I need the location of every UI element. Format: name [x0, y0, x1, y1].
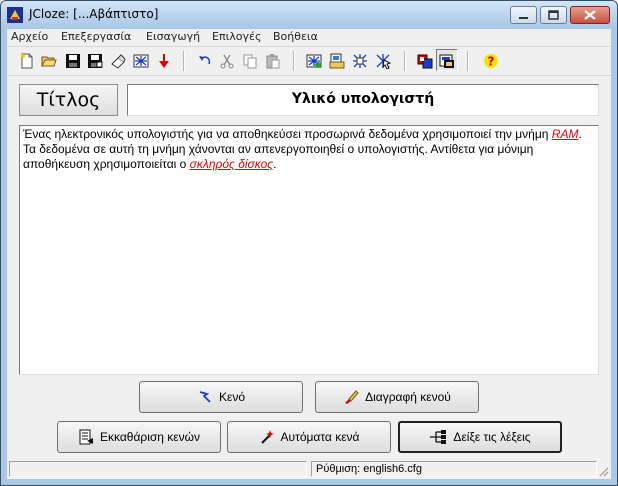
show-words-label: Δείξε τις λέξεις — [453, 430, 531, 444]
web-page-icon[interactable] — [133, 53, 149, 69]
config-icon — [439, 54, 454, 68]
eraser-icon[interactable] — [110, 53, 126, 69]
jcloze-app-icon — [7, 7, 23, 23]
title-bar[interactable]: JCloze: [...Αβάπτιστο] — [1, 1, 617, 29]
status-bar: Ρύθμιση: english6.cfg — [7, 459, 611, 479]
cut-icon[interactable] — [219, 53, 235, 69]
text-editor[interactable]: Ένας ηλεκτρονικός υπολογιστής για να απο… — [19, 125, 599, 375]
client-area: Αρχείο Επεξεργασία Εισαγωγή Επιλογές Βοή… — [7, 29, 611, 479]
gap-icon — [199, 391, 211, 403]
minimize-icon — [519, 17, 528, 19]
new-file-icon[interactable] — [19, 53, 35, 69]
clear-list-icon — [79, 429, 93, 445]
status-panel-empty — [9, 461, 307, 477]
text-segment: . — [273, 157, 277, 171]
title-button[interactable]: Τίτλος — [19, 84, 118, 116]
gap-button-label: Κενό — [218, 390, 246, 404]
magic-wand-icon — [260, 430, 274, 444]
delete-gap-label: Διαγραφή κενού — [365, 390, 451, 404]
auto-gaps-button[interactable]: Αυτόματα κενά — [227, 421, 391, 453]
open-folder-icon[interactable] — [41, 53, 57, 69]
menu-bar: Αρχείο Επεξεργασία Εισαγωγή Επιλογές Βοή… — [7, 29, 611, 46]
help-icon[interactable]: ? — [483, 53, 499, 69]
toolbar-separator — [183, 51, 185, 71]
export-drag-icon[interactable] — [375, 53, 391, 69]
gap-word[interactable]: σκληρός δίσκος — [190, 157, 273, 171]
word-list-icon — [430, 430, 447, 444]
window-title: JCloze: [...Αβάπτιστο] — [29, 7, 159, 21]
undo-icon[interactable] — [197, 53, 213, 69]
gap-button[interactable]: Κενό — [139, 381, 303, 413]
maximize-button[interactable] — [540, 6, 567, 24]
colors-icon[interactable] — [417, 53, 433, 69]
minimize-button[interactable] — [510, 6, 537, 24]
close-button[interactable] — [570, 6, 610, 24]
toolbar: ? — [7, 46, 611, 76]
show-words-button[interactable]: Δείξε τις λέξεις — [398, 421, 562, 453]
menu-options[interactable]: Επιλογές — [212, 30, 261, 43]
eraser-brush-icon — [345, 390, 359, 404]
text-segment: Ένας ηλεκτρονικός υπολογιστής για να απο… — [23, 127, 552, 141]
gap-word[interactable]: RAM — [552, 127, 579, 141]
clear-gaps-label: Εκκαθάριση κενών — [99, 430, 201, 444]
menu-insert[interactable]: Εισαγωγή — [146, 30, 200, 43]
save-icon[interactable] — [65, 53, 81, 69]
menu-help[interactable]: Βοήθεια — [273, 30, 318, 43]
maximize-icon — [548, 10, 559, 20]
toolbar-separator — [404, 51, 406, 71]
copy-icon[interactable] — [242, 53, 258, 69]
export-print-icon[interactable] — [329, 53, 345, 69]
close-icon — [584, 10, 596, 20]
export-web-icon[interactable] — [306, 53, 322, 69]
export-hot-icon[interactable] — [352, 53, 368, 69]
toolbar-separator — [467, 51, 469, 71]
export-arrow-icon[interactable] — [156, 53, 172, 69]
toolbar-separator — [293, 51, 295, 71]
resize-grip-icon[interactable] — [597, 465, 609, 477]
menu-file[interactable]: Αρχείο — [11, 30, 48, 43]
status-config: Ρύθμιση: english6.cfg — [311, 461, 597, 477]
auto-gaps-label: Αυτόματα κενά — [280, 430, 360, 444]
save-as-icon[interactable] — [87, 53, 103, 69]
paste-icon[interactable] — [265, 53, 281, 69]
delete-gap-button[interactable]: Διαγραφή κενού — [315, 381, 479, 413]
title-field[interactable]: Υλικό υπολογιστή — [127, 84, 599, 116]
menu-edit[interactable]: Επεξεργασία — [61, 30, 131, 43]
clear-gaps-button[interactable]: Εκκαθάριση κενών — [57, 421, 221, 453]
svg-text:?: ? — [488, 55, 495, 69]
app-window: JCloze: [...Αβάπτιστο] Αρχείο Επεξεργασί… — [0, 0, 618, 486]
